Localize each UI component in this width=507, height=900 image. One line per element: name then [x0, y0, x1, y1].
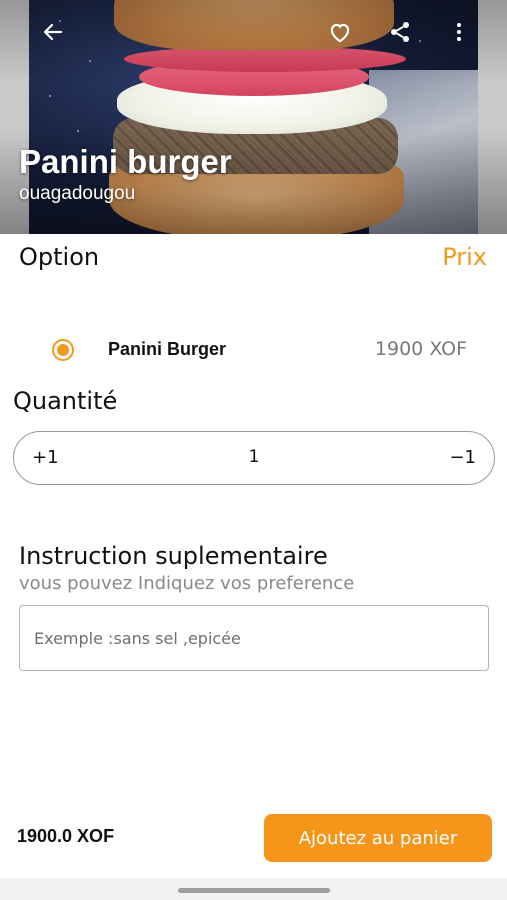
option-name: Panini Burger [108, 339, 227, 359]
heart-icon [330, 23, 350, 43]
back-button[interactable] [37, 16, 69, 48]
product-location: ouagadougou [19, 183, 136, 204]
hero-image-section: Panini burger ouagadougou [0, 0, 507, 234]
home-indicator[interactable] [178, 888, 330, 893]
quantity-stepper: +1 1 −1 [13, 431, 495, 485]
favorite-button[interactable] [324, 16, 356, 48]
option-section-title: Option [19, 243, 100, 271]
quantity-decrement-button[interactable]: −1 [449, 447, 476, 468]
more-options-button[interactable] [443, 16, 475, 48]
instruction-input[interactable] [19, 605, 489, 671]
option-radio-selected[interactable] [52, 339, 74, 361]
product-title: Panini burger [19, 143, 232, 180]
instruction-subtitle: vous pouvez Indiquez vos preference [19, 573, 355, 594]
back-arrow-icon [43, 23, 63, 41]
total-price: 1900.0 XOF [17, 826, 115, 846]
add-to-cart-button[interactable]: Ajoutez au panier [264, 814, 492, 862]
quantity-value: 1 [248, 447, 260, 467]
share-button[interactable] [384, 16, 416, 48]
option-price: 1900 XOF [374, 338, 467, 360]
quantity-title: Quantité [13, 387, 118, 415]
share-icon [391, 22, 409, 42]
price-column-title: Prix [442, 243, 487, 271]
option-row-panini-burger[interactable]: Panini Burger 1900 XOF [0, 330, 507, 370]
instruction-title: Instruction suplementaire [19, 542, 328, 570]
more-vertical-icon [457, 23, 461, 41]
